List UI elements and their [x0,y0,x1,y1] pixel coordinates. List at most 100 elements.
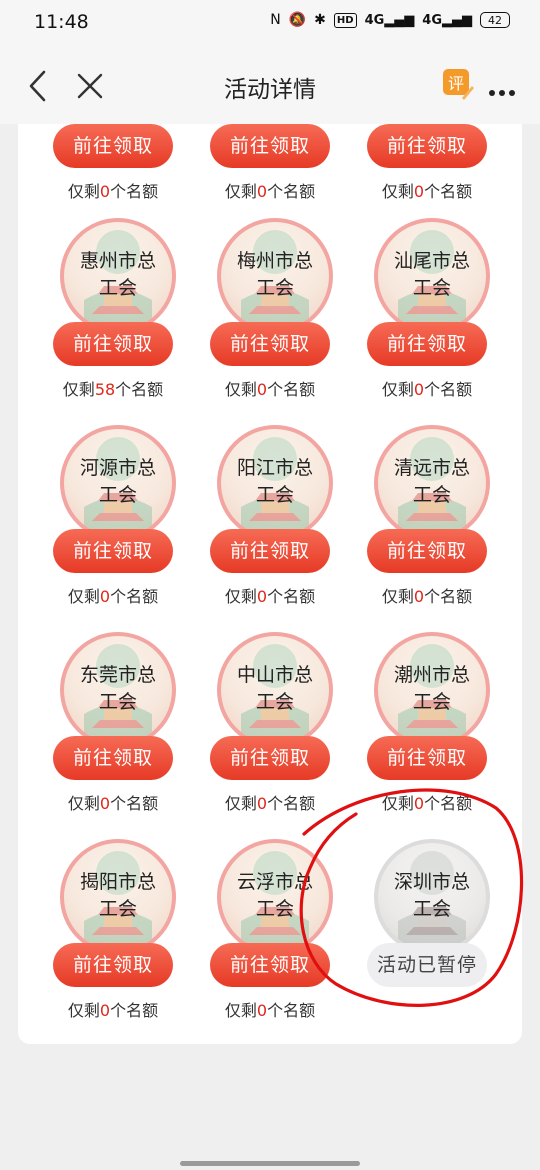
union-name: 汕尾市总 工会 [378,248,486,302]
claim-button[interactable]: 前往领取 [210,529,330,573]
quota-prefix: 仅剩 [224,587,257,606]
union-name: 东莞市总 工会 [64,662,172,716]
quota-count: 0 [413,587,425,606]
quota-prefix: 仅剩 [224,1001,257,1020]
union-item: 揭阳市总工会前往领取仅剩0个名额 [53,839,183,1039]
union-name-line2: 工会 [412,691,451,713]
union-item: 前往领取 仅剩0个名额 [367,20,497,220]
union-avatar: 东莞市总 工会 [60,632,176,748]
quota-prefix: 仅剩 [381,182,414,201]
home-indicator [180,1161,360,1166]
quota-prefix: 仅剩 [224,380,257,399]
claim-button[interactable]: 前往领取 [53,736,173,780]
quota-suffix: 个名额 [110,182,159,201]
quota-suffix: 个名额 [110,794,159,813]
quota-count: 0 [99,794,111,813]
quota-count: 0 [413,380,425,399]
quota-count: 0 [256,182,268,201]
quota-prefix: 仅剩 [224,182,257,201]
union-item: 汕尾市总工会前往领取仅剩0个名额 [367,218,497,418]
remaining-quota: 仅剩0个名额 [48,997,178,1021]
claim-button[interactable]: 前往领取 [210,124,330,168]
quota-count: 0 [99,182,111,201]
union-avatar: 梅州市总 工会 [217,218,333,334]
remaining-quota: 仅剩0个名额 [362,583,492,607]
quota-prefix: 仅剩 [381,587,414,606]
quota-suffix: 个名额 [424,380,473,399]
claim-button[interactable]: 前往领取 [53,529,173,573]
claim-button[interactable]: 前往领取 [210,322,330,366]
claim-button[interactable]: 前往领取 [53,124,173,168]
quota-count: 0 [256,380,268,399]
union-item: 东莞市总工会前往领取仅剩0个名额 [53,632,183,832]
remaining-quota: 仅剩58个名额 [48,376,178,400]
union-name: 中山市总 工会 [221,662,329,716]
remaining-quota: 仅剩0个名额 [48,583,178,607]
union-item: 前往领取仅剩0个名额 [53,20,183,220]
union-item: 清远市总 工会 前往领取 仅剩0个名额 [367,425,497,625]
quota-prefix: 仅剩 [67,587,100,606]
union-name-line1: 东莞市总 [79,664,156,686]
union-name-line1: 惠州市总 [79,250,156,272]
union-name: 阳江市总 工会 [221,455,329,509]
quota-count: 0 [99,1001,111,1020]
union-name-line2: 工会 [412,484,451,506]
union-name-line2: 工会 [98,484,137,506]
union-name-line2: 工会 [255,277,294,299]
quota-count: 58 [94,380,116,399]
quota-count: 0 [256,1001,268,1020]
claim-button[interactable]: 前往领取 [367,124,487,168]
union-avatar: 中山市总 工会 [217,632,333,748]
annotation-circle [299,788,524,1007]
claim-button[interactable]: 前往领取 [367,529,487,573]
quota-prefix: 仅剩 [67,1001,100,1020]
union-name-line2: 工会 [412,277,451,299]
quota-suffix: 个名额 [424,182,473,201]
quota-count: 0 [256,794,268,813]
remaining-quota: 仅剩0个名额 [205,376,335,400]
claim-button[interactable]: 前往领取 [367,736,487,780]
quota-suffix: 个名额 [115,380,164,399]
quota-suffix: 个名额 [267,182,316,201]
union-name-line1: 清远市总 [393,457,470,479]
union-item: 惠州市总工会前往领取仅剩58个名额 [53,218,183,418]
quota-count: 0 [256,587,268,606]
union-item: 河源市总工会前往领取仅剩0个名额 [53,425,183,625]
union-name-line1: 潮州市总 [393,664,470,686]
union-name: 揭阳市总 工会 [64,869,172,923]
union-name: 河源市总 工会 [64,455,172,509]
claim-button[interactable]: 前往领取 [367,322,487,366]
union-name-line2: 工会 [98,277,137,299]
union-avatar: 清远市总 工会 [374,425,490,541]
union-name-line2: 工会 [255,691,294,713]
union-avatar: 揭阳市总 工会 [60,839,176,955]
quota-prefix: 仅剩 [67,794,100,813]
union-name: 潮州市总 工会 [378,662,486,716]
quota-suffix: 个名额 [267,380,316,399]
union-item: 阳江市总 工会 前往领取 仅剩0个名额 [210,425,340,625]
claim-button[interactable]: 前往领取 [53,943,173,987]
union-name-line1: 中山市总 [236,664,313,686]
quota-suffix: 个名额 [110,587,159,606]
union-name-line1: 揭阳市总 [79,871,156,893]
union-avatar: 惠州市总 工会 [60,218,176,334]
union-name-line2: 工会 [98,898,137,920]
quota-prefix: 仅剩 [381,380,414,399]
remaining-quota: 仅剩0个名额 [205,583,335,607]
claim-button[interactable]: 前往领取 [210,736,330,780]
union-name-line1: 汕尾市总 [393,250,470,272]
union-name-line1: 河源市总 [79,457,156,479]
remaining-quota: 仅剩0个名额 [48,790,178,814]
union-name-line2: 工会 [98,691,137,713]
remaining-quota: 仅剩0个名额 [48,178,178,202]
remaining-quota: 仅剩0个名额 [362,178,492,202]
quota-suffix: 个名额 [110,1001,159,1020]
quota-count: 0 [99,587,111,606]
remaining-quota: 仅剩0个名额 [205,178,335,202]
union-item: 梅州市总 工会 前往领取仅剩0个名额 [210,218,340,418]
claim-button[interactable]: 前往领取 [53,322,173,366]
quota-prefix: 仅剩 [67,182,100,201]
union-avatar: 汕尾市总 工会 [374,218,490,334]
quota-prefix: 仅剩 [62,380,95,399]
union-name: 清远市总 工会 [378,455,486,509]
